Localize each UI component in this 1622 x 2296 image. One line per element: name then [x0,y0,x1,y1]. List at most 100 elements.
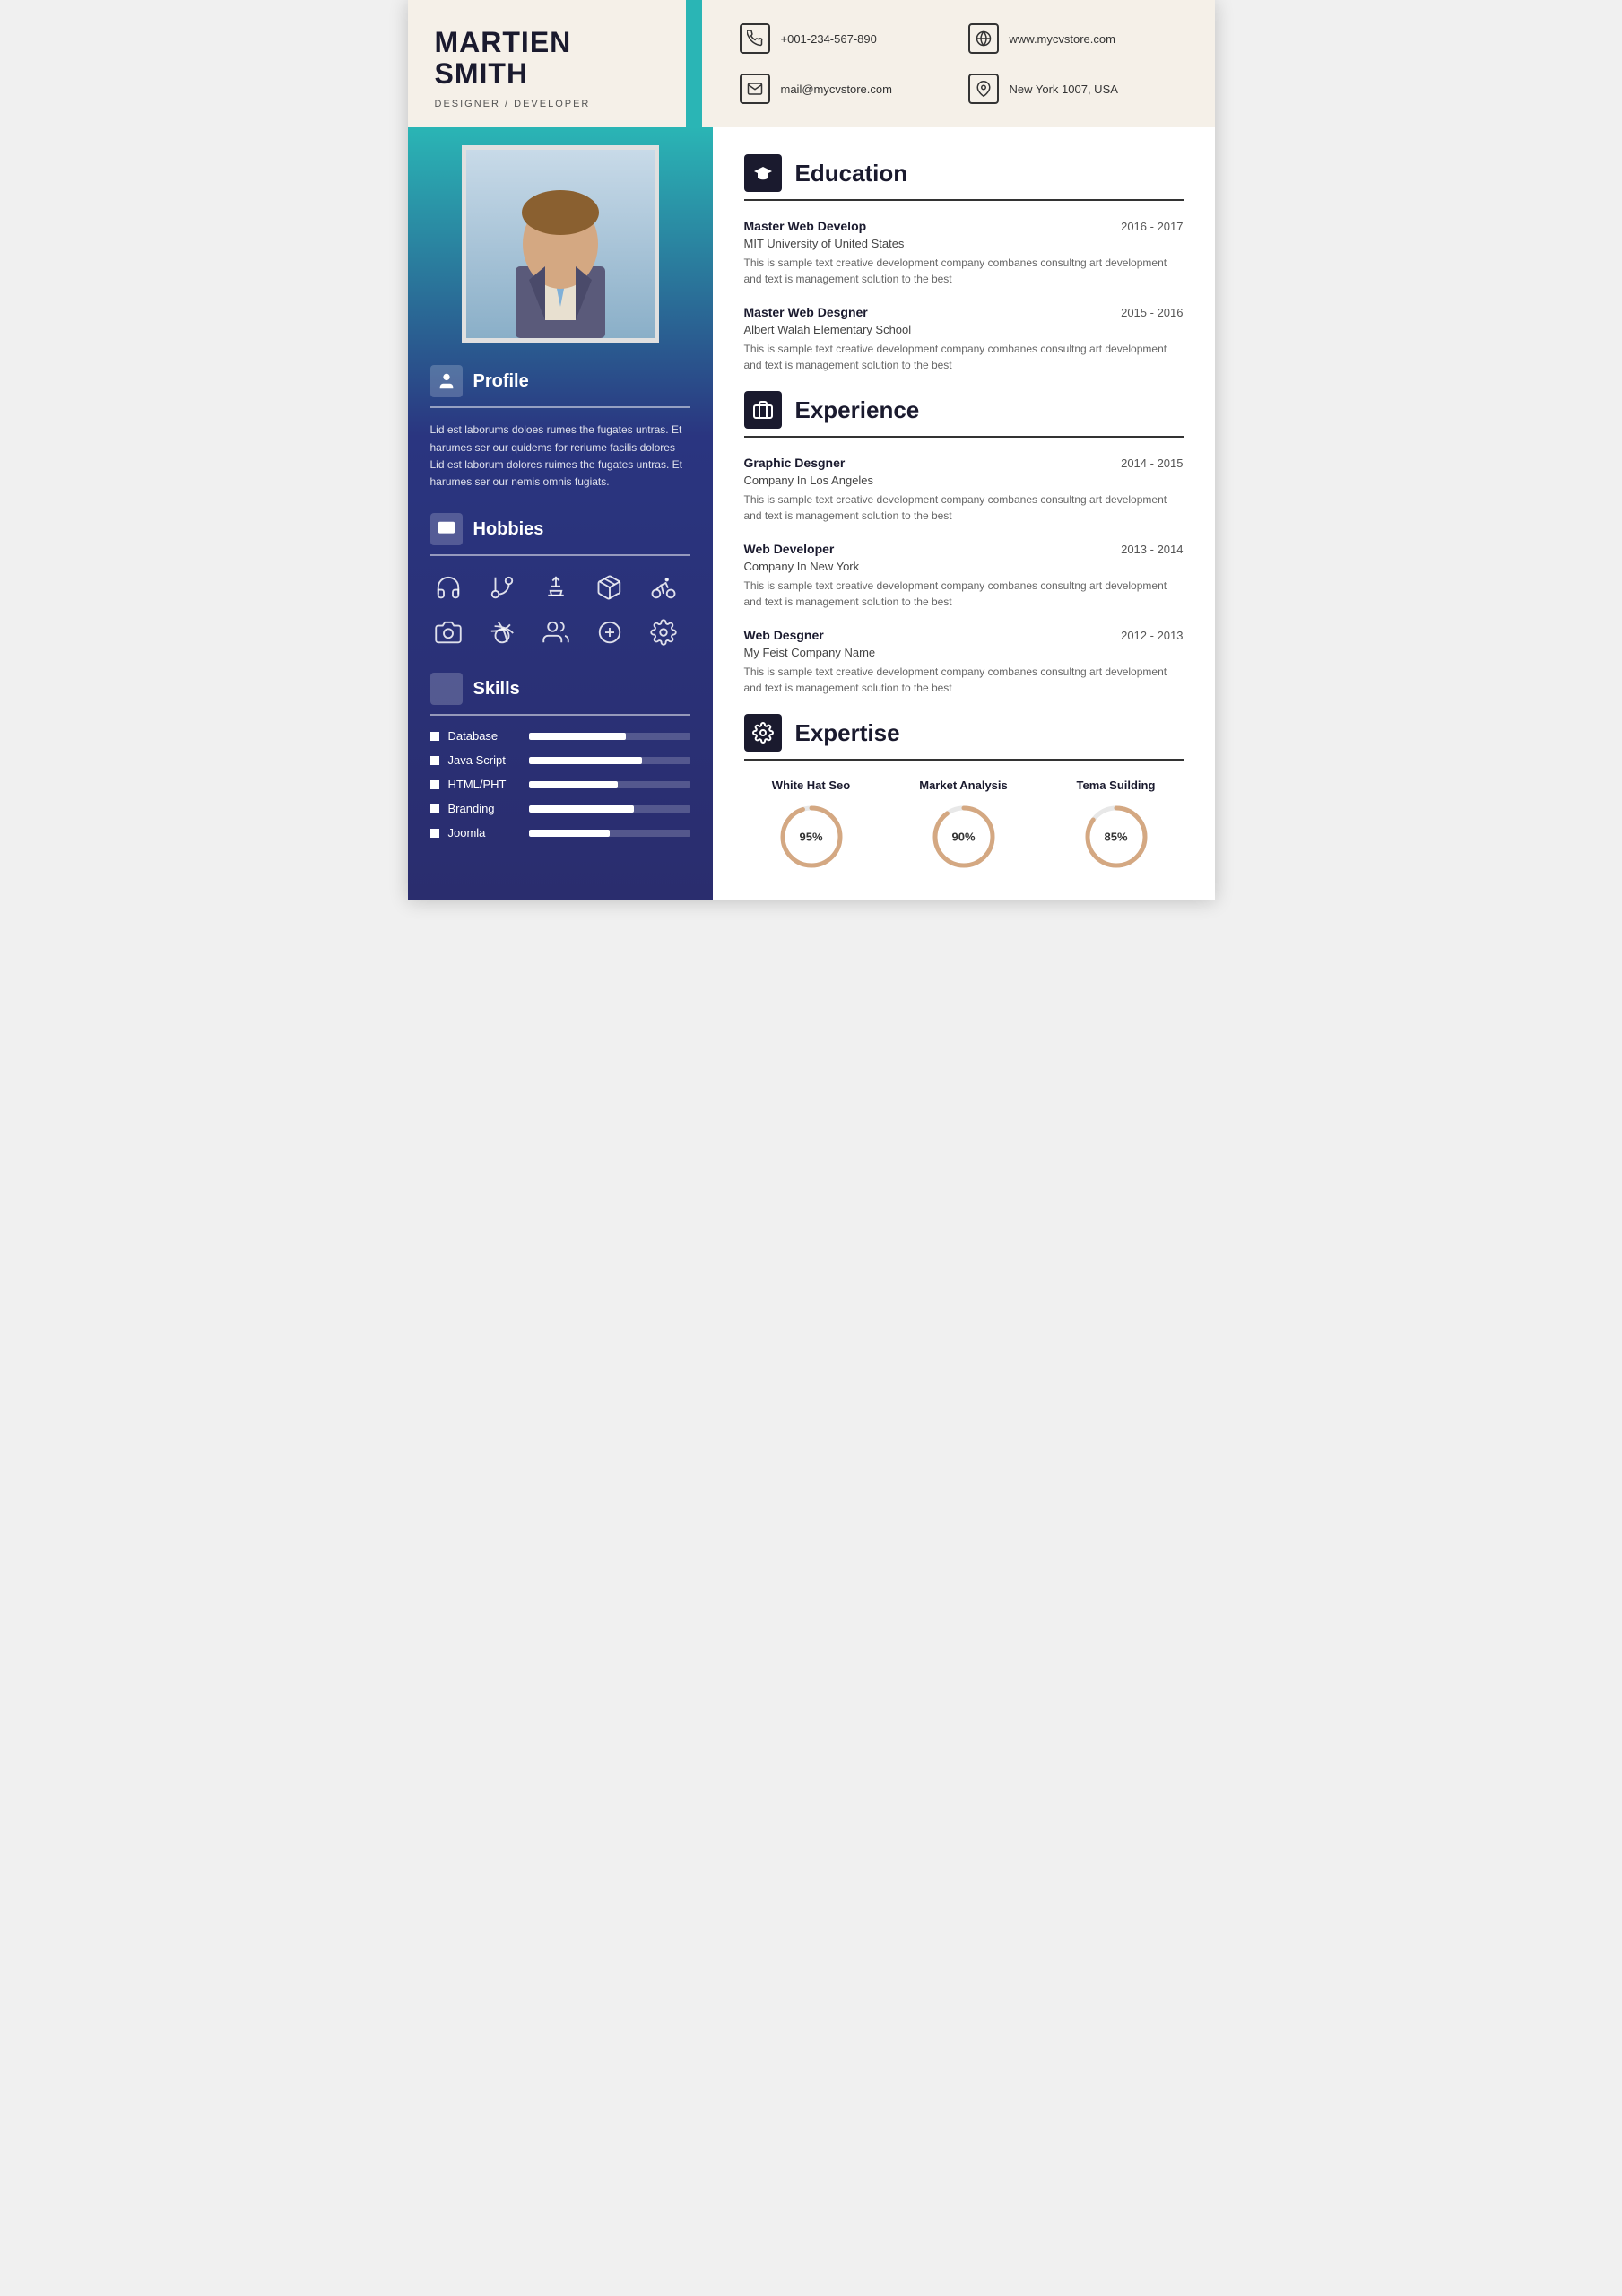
entry-title: Web Developer [744,542,835,556]
sidebar: Profile Lid est laborums doloes rumes th… [408,127,713,900]
skill-bar-fill [529,757,642,764]
person-silhouette [466,150,655,338]
entry-subtitle: MIT University of United States [744,237,1184,250]
profile-title: Profile [473,371,529,392]
skill-branding: Branding [430,802,690,815]
entry-header: Master Web Develop 2016 - 2017 [744,219,1184,233]
entry-desc: This is sample text creative development… [744,255,1184,287]
entry-date: 2012 - 2013 [1121,629,1183,642]
website-icon [968,23,999,54]
entry-desc: This is sample text creative development… [744,491,1184,524]
experience-title: Experience [795,396,920,424]
entry-header: Graphic Desgner 2014 - 2015 [744,456,1184,470]
resume-body: Profile Lid est laborums doloes rumes th… [408,127,1215,900]
skill-bullet [430,780,439,789]
main-content: Education Master Web Develop 2016 - 2017… [713,127,1215,900]
education-entry-1: Master Web Develop 2016 - 2017 MIT Unive… [744,219,1184,287]
entry-header: Web Desgner 2012 - 2013 [744,628,1184,642]
skill-name: Database [448,729,520,743]
entry-title: Master Web Desgner [744,305,868,319]
education-section: Education Master Web Develop 2016 - 2017… [744,154,1184,373]
expertise-name-2: Market Analysis [919,778,1008,792]
skill-bar-bg [529,805,690,813]
header-contacts: +001-234-567-890 www.mycvstore.com [713,0,1215,127]
contact-website: www.mycvstore.com [968,23,1188,54]
skill-bullet [430,804,439,813]
profile-section-header: Profile [430,365,690,397]
email-icon [740,74,770,104]
circle-text-2: 90% [951,831,975,844]
circle-text-3: 85% [1104,831,1127,844]
entry-header: Master Web Desgner 2015 - 2016 [744,305,1184,319]
header: MARTIEN SMITH DESIGNER / DEVELOPER +001-… [408,0,1215,127]
expertise-grid: White Hat Seo 95% Market Analysis [744,778,1184,873]
hobby-settings [646,614,681,650]
location-icon [968,74,999,104]
profile-photo [462,145,659,343]
expertise-item-2: Market Analysis 90% [897,778,1031,873]
experience-section: Experience Graphic Desgner 2014 - 2015 C… [744,391,1184,696]
entry-subtitle: My Feist Company Name [744,646,1184,659]
experience-divider [744,436,1184,438]
entry-subtitle: Company In New York [744,560,1184,573]
education-title: Education [795,160,908,187]
skill-bar-fill [529,781,618,788]
entry-desc: This is sample text creative development… [744,341,1184,373]
experience-entry-1: Graphic Desgner 2014 - 2015 Company In L… [744,456,1184,524]
circle-text-1: 95% [799,831,822,844]
resume-container: MARTIEN SMITH DESIGNER / DEVELOPER +001-… [408,0,1215,900]
website-text: www.mycvstore.com [1010,32,1115,46]
skill-html: HTML/PHT [430,778,690,791]
skill-database: Database [430,729,690,743]
entry-subtitle: Company In Los Angeles [744,474,1184,487]
skill-javascript: Java Script [430,753,690,767]
contact-phone: +001-234-567-890 [740,23,959,54]
skills-divider [430,714,690,716]
skill-bar-fill [529,830,610,837]
experience-entry-3: Web Desgner 2012 - 2013 My Feist Company… [744,628,1184,696]
skill-bullet [430,756,439,765]
skill-name: Java Script [448,753,520,767]
name-line2: SMITH [435,57,529,90]
hobby-medal [484,614,520,650]
entry-date: 2014 - 2015 [1121,457,1183,470]
expertise-section: Expertise White Hat Seo 95% [744,714,1184,873]
expertise-divider [744,759,1184,761]
email-text: mail@mycvstore.com [781,83,892,96]
circle-progress-2: 90% [928,801,1000,873]
hobby-cycling [646,570,681,605]
profile-text: Lid est laborums doloes rumes the fugate… [430,422,690,491]
skill-bullet [430,829,439,838]
contact-email: mail@mycvstore.com [740,74,959,104]
hobbies-divider [430,554,690,556]
entry-header: Web Developer 2013 - 2014 [744,542,1184,556]
experience-header: Experience [744,391,1184,429]
header-name-section: MARTIEN SMITH DESIGNER / DEVELOPER [408,0,713,127]
skill-bullet [430,732,439,741]
circle-progress-3: 85% [1080,801,1152,873]
phone-icon [740,23,770,54]
experience-icon [744,391,782,429]
phone-text: +001-234-567-890 [781,32,877,46]
person-title: DESIGNER / DEVELOPER [435,99,686,109]
contact-location: New York 1007, USA [968,74,1188,104]
entry-date: 2016 - 2017 [1121,220,1183,233]
expertise-item-1: White Hat Seo 95% [744,778,879,873]
photo-placeholder [466,150,655,338]
profile-divider [430,406,690,408]
hobbies-grid [430,570,690,650]
location-text: New York 1007, USA [1010,83,1118,96]
hobby-gaming [592,614,628,650]
hobby-social [538,614,574,650]
skills-title: Skills [473,679,520,700]
education-divider [744,199,1184,201]
entry-title: Master Web Develop [744,219,867,233]
expertise-name-1: White Hat Seo [772,778,850,792]
skill-name: HTML/PHT [448,778,520,791]
skill-bar-fill [529,733,626,740]
skill-joomla: Joomla [430,826,690,839]
entry-title: Graphic Desgner [744,456,846,470]
expertise-title: Expertise [795,719,900,747]
name-line1: MARTIEN [435,26,572,58]
skill-name: Branding [448,802,520,815]
